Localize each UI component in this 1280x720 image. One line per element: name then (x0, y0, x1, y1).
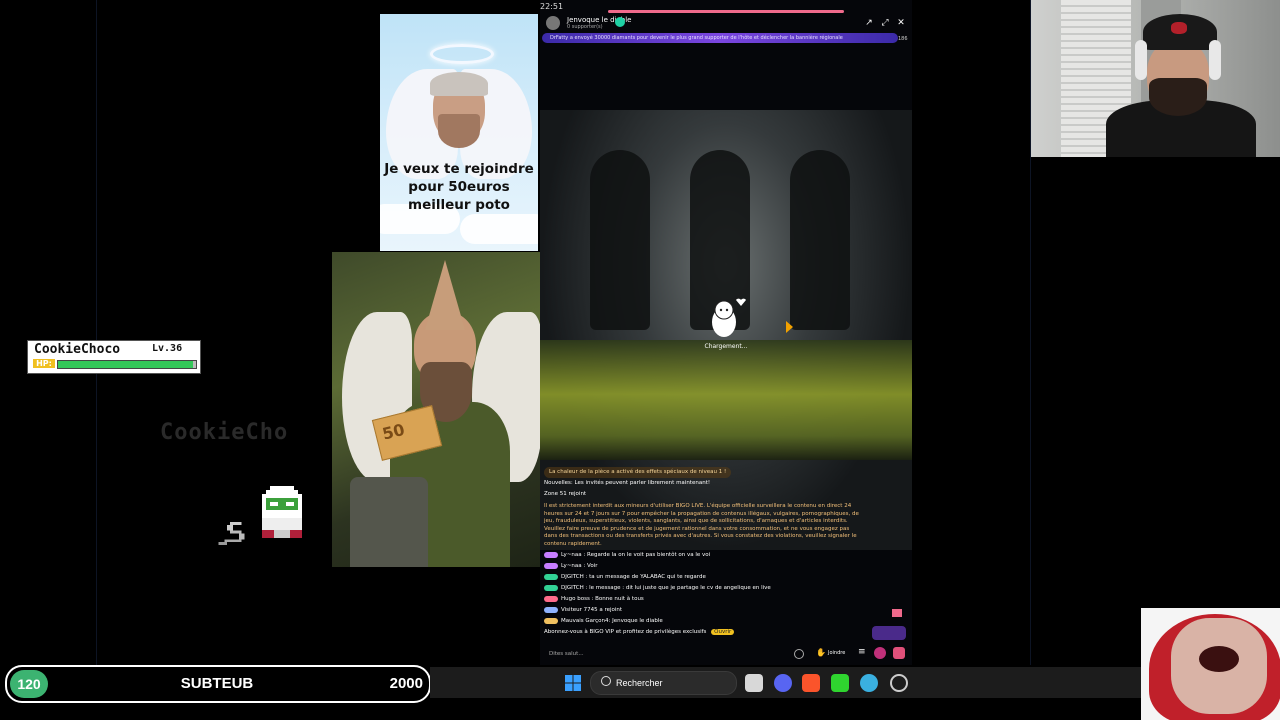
vip-promo-text: Abonnez-vous à BIGO VIP et profitez de p… (544, 629, 707, 635)
pointed-hat (425, 260, 465, 330)
chat-notice: La chaleur de la pièce a activé des effe… (544, 467, 864, 478)
snake-sprite-icon (218, 522, 245, 546)
status-time: 22:51 (540, 2, 564, 11)
chat-message: DJGITCH : ta un message de YALABAC qui t… (544, 572, 864, 583)
user-level-badge (544, 573, 558, 580)
cap-logo-icon (1171, 22, 1187, 34)
discord-icon[interactable] (774, 674, 792, 692)
mouse-cursor-icon (786, 321, 793, 333)
join-message: Zone 51 rejoint (544, 491, 587, 497)
streamer-avatar[interactable] (546, 16, 560, 30)
streamer-beard (1149, 78, 1207, 116)
gift-badge[interactable] (878, 607, 908, 619)
chat-message-text: DJGITCH : ta un message de YALABAC qui t… (561, 574, 706, 580)
brave-icon[interactable] (802, 674, 820, 692)
chat-messages: Ly~naa : Regarde la on le voit pas bient… (544, 550, 864, 627)
taskbar-search[interactable]: Rechercher (590, 671, 737, 695)
chat-message: Ly~naa : Regarde la on le voit pas bient… (544, 550, 864, 561)
goal-label: SUBTEUB (180, 675, 254, 692)
hp-bar-fill (58, 361, 194, 368)
hand-icon[interactable]: ✋ (816, 648, 826, 657)
meme-caption: Je veux te rejoindre pour 50euros meille… (384, 161, 534, 213)
share-icon[interactable]: ↗ (863, 17, 875, 29)
search-label: Rechercher (616, 678, 663, 688)
rules-notice: Il est strictement interdit aux mineurs … (544, 503, 859, 547)
windows-taskbar: Rechercher (430, 667, 1141, 698)
player-card: CookieChoco Lv.36 HP: (27, 340, 201, 374)
angel-meme-card: Je veux te rejoindre pour 50euros meille… (380, 14, 538, 251)
goal-target: 2000 (389, 675, 423, 692)
chat-message: DJGITCH : le message : dit lui juste que… (544, 583, 864, 594)
gift-icon[interactable] (874, 647, 886, 659)
stream-app-icon[interactable] (860, 674, 878, 692)
search-icon (601, 676, 611, 686)
beard (438, 114, 480, 148)
hp-bar (57, 360, 197, 369)
join-button[interactable]: Joindre (828, 650, 845, 656)
vip-open-button[interactable]: Ouvrir (711, 629, 735, 635)
chat-notice: Nouvelles: Les invités peuvent parler li… (544, 480, 711, 486)
live-stream-panel: 22:51 Jenvoque le diable 0 supporter(s) … (540, 0, 912, 665)
task-view-icon[interactable] (745, 674, 763, 692)
present-icon[interactable] (893, 647, 905, 659)
mascot-icon (712, 298, 746, 337)
gift-banner[interactable]: DrFatty a envoyé 30000 diamants pour dev… (542, 33, 898, 43)
blurred-grass (540, 340, 912, 460)
cloud (460, 214, 538, 244)
follow-button[interactable] (615, 17, 625, 27)
banknote-value: 50 (380, 419, 407, 444)
player-name: CookieChoco (34, 342, 121, 357)
cap (430, 72, 488, 96)
sub-goal-bar: 120 SUBTEUB 2000 (5, 665, 431, 703)
goal-current-count: 120 (10, 670, 48, 698)
heat-effect-message: La chaleur de la pièce a activé des effe… (544, 467, 732, 478)
event-badge[interactable] (872, 626, 906, 640)
blurred-figure (790, 150, 850, 330)
ghost-sprite-icon (262, 486, 302, 538)
chat-message-text: Ly~naa : Voir (561, 563, 598, 569)
user-level-badge (544, 595, 558, 602)
chat-message: Hugo boss : Bonne nuit à tous (544, 594, 864, 605)
halo (430, 44, 494, 64)
close-icon[interactable]: ✕ (895, 17, 907, 29)
user-level-badge (544, 584, 558, 591)
emoji-icon[interactable] (794, 649, 804, 659)
chat-input[interactable]: Dites salut... (544, 648, 789, 660)
player-name-shadow: CookieCho (160, 420, 289, 445)
top-accent-bar (608, 10, 844, 13)
chat-message-text: Hugo boss : Bonne nuit à tous (561, 596, 644, 602)
obs-icon[interactable] (890, 674, 908, 692)
blurred-figure (590, 150, 650, 330)
chat-message: Visiteur 7745 a rejoint (544, 605, 864, 616)
chat-message-text: Mauvais Garçon4: Jenvoque le diable (561, 618, 663, 624)
user-level-badge (544, 551, 558, 558)
reaction-face-image (1141, 608, 1280, 720)
spotify-icon[interactable] (831, 674, 849, 692)
expand-icon[interactable]: ⤢ (879, 17, 891, 29)
viewer-count: 186 (898, 36, 908, 42)
gravestone (350, 477, 428, 567)
open-mouth (1199, 646, 1239, 672)
user-level-badge (544, 617, 558, 624)
loading-label: Chargement... (704, 343, 748, 350)
chat-message-text: DJGITCH : le message : dit lui juste que… (561, 585, 771, 591)
stream-subtitle: 0 supporter(s) (567, 24, 603, 30)
chat-message: Ly~naa : Voir (544, 561, 864, 572)
menu-icon[interactable]: ≡ (858, 647, 866, 657)
windows-start-icon[interactable] (565, 675, 581, 691)
elf-photo: 50 (332, 252, 542, 567)
user-level-badge (544, 606, 558, 613)
chat-feed: La chaleur de la pièce a activé des effe… (544, 467, 864, 638)
divider (96, 0, 97, 665)
chat-message: Mauvais Garçon4: Jenvoque le diable (544, 616, 864, 627)
player-level: Lv.36 (152, 343, 183, 354)
chat-message-text: Visiteur 7745 a rejoint (561, 607, 623, 613)
vip-promo[interactable]: Abonnez-vous à BIGO VIP et profitez de p… (544, 627, 864, 638)
chat-message-text: Ly~naa : Regarde la on le voit pas bient… (561, 552, 711, 558)
headphones (1209, 40, 1221, 80)
webcam-feed (1031, 0, 1280, 157)
user-level-badge (544, 562, 558, 569)
headphones (1135, 40, 1147, 80)
hp-label: HP: (33, 359, 55, 368)
